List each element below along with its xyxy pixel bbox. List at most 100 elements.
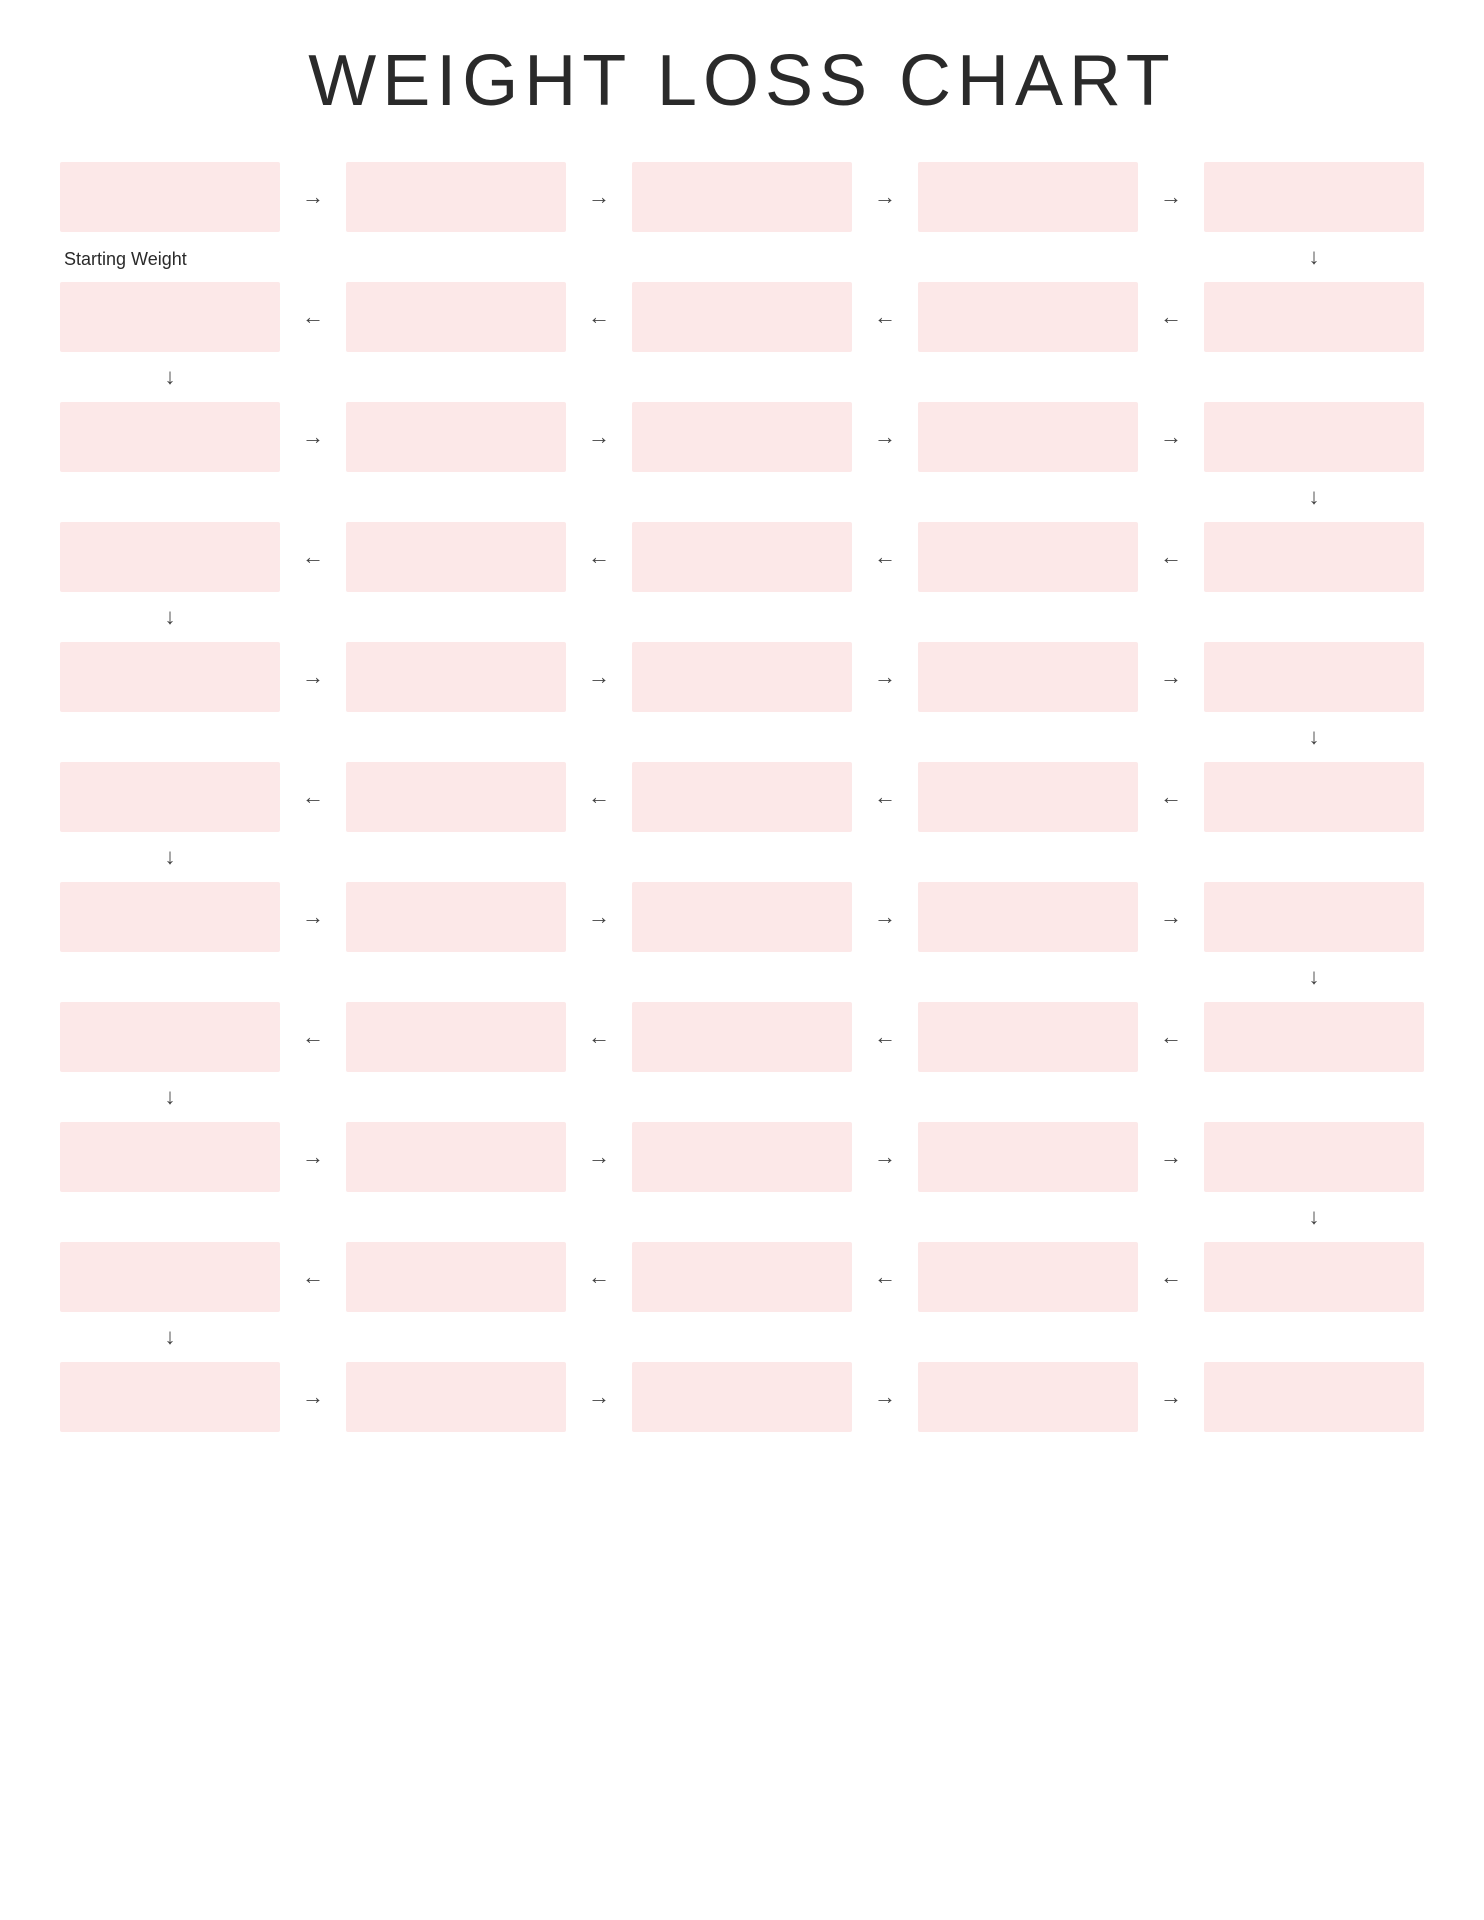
weight-box[interactable] <box>1204 282 1424 352</box>
box-row-7: → → → → <box>60 882 1424 952</box>
weight-box[interactable] <box>632 1122 852 1192</box>
arrow-right: → <box>280 184 346 210</box>
weight-box[interactable] <box>918 882 1138 952</box>
box-row-6: ← ← ← ← <box>60 762 1424 832</box>
weight-box[interactable] <box>632 1362 852 1432</box>
weight-box[interactable] <box>346 522 566 592</box>
weight-box[interactable] <box>346 762 566 832</box>
arrow-right: → <box>852 664 918 690</box>
arrow-down-right-5: ↓ <box>1204 724 1424 750</box>
weight-box[interactable] <box>918 1362 1138 1432</box>
weight-box[interactable] <box>1204 1002 1424 1072</box>
arrow-left: ← <box>1138 304 1204 330</box>
arrow-left: ← <box>852 544 918 570</box>
arrow-left: ← <box>280 1264 346 1290</box>
weight-box[interactable] <box>632 1242 852 1312</box>
weight-box[interactable] <box>1204 522 1424 592</box>
arrow-right: → <box>1138 1144 1204 1170</box>
weight-box[interactable] <box>346 642 566 712</box>
weight-box[interactable] <box>60 1242 280 1312</box>
weight-box[interactable] <box>60 642 280 712</box>
arrow-left: ← <box>566 784 632 810</box>
weight-box[interactable] <box>1204 762 1424 832</box>
weight-box[interactable] <box>346 1122 566 1192</box>
weight-box[interactable] <box>60 1002 280 1072</box>
weight-box[interactable] <box>632 402 852 472</box>
arrow-down-left-10: ↓ <box>60 1326 280 1348</box>
weight-box[interactable] <box>632 162 852 232</box>
weight-box[interactable] <box>918 522 1138 592</box>
arrow-right: → <box>280 424 346 450</box>
box-row-8: ← ← ← ← <box>60 1002 1424 1072</box>
weight-box[interactable] <box>60 402 280 472</box>
arrow-down-right-9: ↓ <box>1204 1204 1424 1230</box>
arrow-down-right-3: ↓ <box>1204 484 1424 510</box>
arrow-left: ← <box>566 1024 632 1050</box>
arrow-down-left-4: ↓ <box>60 606 280 628</box>
arrow-right: → <box>852 184 918 210</box>
weight-box[interactable] <box>918 1002 1138 1072</box>
arrow-left: ← <box>852 1264 918 1290</box>
weight-box[interactable] <box>346 1242 566 1312</box>
weight-box[interactable] <box>918 282 1138 352</box>
arrow-left: ← <box>1138 784 1204 810</box>
weight-box[interactable] <box>632 522 852 592</box>
weight-box[interactable] <box>918 1122 1138 1192</box>
weight-box[interactable] <box>632 762 852 832</box>
arrow-down-left-8: ↓ <box>60 1086 280 1108</box>
arrow-left: ← <box>566 304 632 330</box>
box-row-1: → → → → <box>60 162 1424 232</box>
arrow-right: → <box>566 1384 632 1410</box>
chart-container: → → → → Starting Weight ↓ ← ← ← ← ↓ → → <box>60 162 1424 1432</box>
weight-box[interactable] <box>60 882 280 952</box>
weight-box[interactable] <box>1204 162 1424 232</box>
arrow-right: → <box>1138 904 1204 930</box>
weight-box[interactable] <box>1204 402 1424 472</box>
weight-box[interactable] <box>1204 1242 1424 1312</box>
arrow-left: ← <box>1138 544 1204 570</box>
arrow-right: → <box>852 904 918 930</box>
weight-box[interactable] <box>918 1242 1138 1312</box>
arrow-down-left-2: ↓ <box>60 366 280 388</box>
arrow-left: ← <box>566 1264 632 1290</box>
arrow-right: → <box>280 664 346 690</box>
arrow-down-left-6: ↓ <box>60 846 280 868</box>
weight-box[interactable] <box>1204 642 1424 712</box>
weight-box[interactable] <box>918 762 1138 832</box>
vert-row-7: ↓ <box>60 952 1424 1002</box>
weight-box[interactable] <box>632 282 852 352</box>
weight-box[interactable] <box>918 402 1138 472</box>
vert-row-4: ↓ <box>60 592 1424 642</box>
box-row-9: → → → → <box>60 1122 1424 1192</box>
weight-box[interactable] <box>346 882 566 952</box>
weight-box[interactable] <box>1204 1362 1424 1432</box>
vert-row-10: ↓ <box>60 1312 1424 1362</box>
weight-box[interactable] <box>1204 1122 1424 1192</box>
weight-box[interactable] <box>346 162 566 232</box>
page-title: WEIGHT LOSS CHART <box>60 40 1424 122</box>
weight-box[interactable] <box>346 402 566 472</box>
weight-box[interactable] <box>60 162 280 232</box>
weight-box[interactable] <box>60 1362 280 1432</box>
arrow-right: → <box>1138 184 1204 210</box>
weight-box[interactable] <box>346 282 566 352</box>
arrow-left: ← <box>852 1024 918 1050</box>
arrow-right: → <box>566 184 632 210</box>
weight-box[interactable] <box>60 282 280 352</box>
weight-box[interactable] <box>632 1002 852 1072</box>
weight-box[interactable] <box>60 762 280 832</box>
arrow-right: → <box>280 904 346 930</box>
weight-box[interactable] <box>918 642 1138 712</box>
weight-box[interactable] <box>60 522 280 592</box>
weight-box[interactable] <box>1204 882 1424 952</box>
weight-box[interactable] <box>632 642 852 712</box>
vert-row-1: Starting Weight ↓ <box>60 232 1424 282</box>
box-row-11: → → → → <box>60 1362 1424 1432</box>
weight-box[interactable] <box>60 1122 280 1192</box>
weight-box[interactable] <box>632 882 852 952</box>
weight-box[interactable] <box>346 1002 566 1072</box>
arrow-right: → <box>852 1144 918 1170</box>
weight-box[interactable] <box>918 162 1138 232</box>
box-row-2: ← ← ← ← <box>60 282 1424 352</box>
weight-box[interactable] <box>346 1362 566 1432</box>
